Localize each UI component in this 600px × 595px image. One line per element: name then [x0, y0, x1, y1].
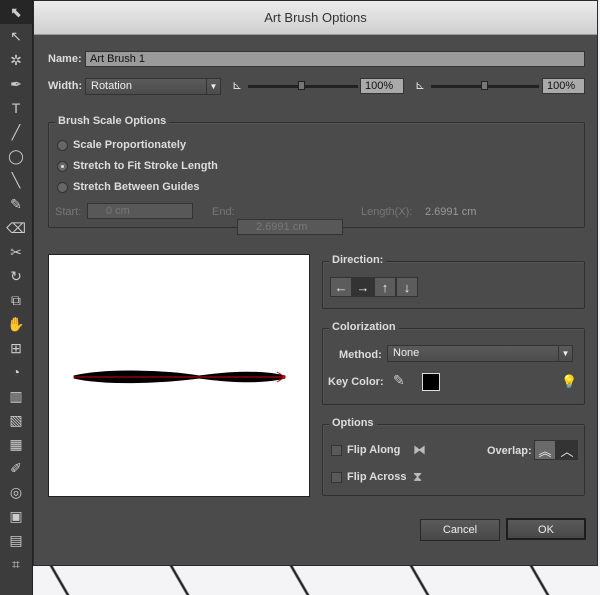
tool-icon[interactable]: ↖ [0, 24, 32, 48]
direction-button[interactable]: → [352, 277, 374, 297]
tool-icon[interactable]: ⌗ [0, 552, 32, 576]
key-color-label: Key Color: [328, 376, 384, 388]
overlap-adjust-button[interactable]: ︽ [534, 440, 556, 460]
ok-button[interactable]: OK [506, 518, 586, 540]
tool-icon[interactable]: ✐ [0, 456, 32, 480]
radio-stretch-to-fit[interactable]: Stretch to Fit Stroke Length [57, 160, 218, 172]
width-value-1[interactable]: 100% [360, 78, 404, 94]
direction-button[interactable]: ← [330, 277, 352, 297]
width-value-2[interactable]: 100% [542, 78, 585, 94]
end-input[interactable]: 2.6991 cm [237, 219, 343, 235]
slider-thumb[interactable] [481, 81, 488, 90]
tool-icon[interactable]: ╱ [0, 120, 32, 144]
tool-icon[interactable]: T [0, 96, 32, 120]
tool-icon[interactable]: ✒ [0, 72, 32, 96]
options-title: Options [329, 417, 377, 429]
tool-icon[interactable]: ▤ [0, 528, 32, 552]
width-slider-2[interactable] [431, 81, 539, 90]
tool-icon[interactable]: ✋ [0, 312, 32, 336]
direction-title: Direction: [329, 254, 387, 266]
chevron-down-icon: ▼ [206, 79, 220, 94]
brush-stroke-preview [73, 370, 286, 384]
eyedropper-icon[interactable]: ✎ [393, 372, 405, 389]
tool-icon[interactable]: ▣ [0, 504, 32, 528]
colorization-group: Colorization Method: None ▼ Key Color: ✎ … [322, 321, 585, 405]
tool-icon[interactable]: ⧉ [0, 288, 32, 312]
end-label: End: [212, 206, 235, 218]
tools-panel: ⬉ ↖ ✲ ✒ T ╱ ◯ ╲ ✎ ⌫ ✂ ↻ ⧉ ✋ ⊞ ◔ ▥ ▧ ▦ ✐ ◎ ▣ ▤ ⌗ [0, 0, 33, 595]
direction-group: Direction: ← → ↑ ↓ [322, 254, 585, 309]
method-value: None [393, 347, 420, 359]
dialog-title: Art Brush Options [34, 1, 597, 35]
radio-stretch-between-guides[interactable]: Stretch Between Guides [57, 181, 200, 193]
tool-icon[interactable]: ⊞ [0, 336, 32, 360]
start-input[interactable]: 0 cm [87, 203, 193, 219]
slider-thumb[interactable] [298, 81, 305, 90]
tool-icon[interactable]: ╲ [0, 168, 32, 192]
tool-icon[interactable]: ✎ [0, 192, 32, 216]
width-slider-1[interactable] [248, 81, 358, 90]
brush-scale-title: Brush Scale Options [55, 115, 170, 127]
key-color-swatch[interactable] [422, 373, 440, 391]
overlap-label: Overlap: [487, 445, 532, 457]
tool-icon[interactable]: ▧ [0, 408, 32, 432]
options-group: Options Flip Along ⧓ Flip Across ⧗ Overl… [322, 417, 585, 496]
max-width-icon: ⊾ [415, 78, 426, 92]
flip-across-checkbox[interactable]: Flip Across [331, 471, 407, 483]
min-width-icon: ⊾ [232, 78, 243, 92]
tool-icon[interactable]: ✲ [0, 48, 32, 72]
name-label: Name: [48, 53, 82, 65]
tool-icon[interactable]: ▦ [0, 432, 32, 456]
direction-button[interactable]: ↑ [374, 277, 396, 297]
tool-icon[interactable]: ◯ [0, 144, 32, 168]
colorization-title: Colorization [329, 321, 399, 333]
name-input[interactable]: Art Brush 1 [85, 51, 585, 67]
tool-icon[interactable]: ◔ [0, 360, 32, 384]
overlap-none-button[interactable]: ︿ [556, 440, 578, 460]
method-label: Method: [339, 349, 382, 361]
flip-along-icon: ⧓ [413, 442, 426, 457]
cancel-button[interactable]: Cancel [420, 519, 500, 541]
method-select[interactable]: None ▼ [387, 345, 573, 362]
brush-scale-options-group: Brush Scale Options Scale Proportionatel… [48, 115, 585, 235]
tool-icon[interactable]: ⬉ [0, 0, 32, 24]
width-select-value: Rotation [91, 80, 132, 92]
start-label: Start: [55, 206, 82, 218]
tips-lightbulb-icon[interactable]: 💡 [561, 374, 577, 390]
width-select[interactable]: Rotation ▼ [85, 78, 221, 95]
tool-icon[interactable]: ↻ [0, 264, 32, 288]
chevron-down-icon: ▼ [558, 346, 572, 361]
length-value: 2.6991 cm [425, 206, 477, 218]
length-label: Length(X): [361, 206, 413, 218]
flip-across-icon: ⧗ [413, 469, 423, 484]
tool-icon[interactable]: ✂ [0, 240, 32, 264]
tool-icon[interactable]: ◎ [0, 480, 32, 504]
brush-preview [48, 254, 310, 497]
width-label: Width: [48, 80, 83, 92]
art-brush-options-dialog: Art Brush Options Name: Art Brush 1 Widt… [33, 0, 598, 566]
direction-button[interactable]: ↓ [396, 277, 418, 297]
tool-icon[interactable]: ⌫ [0, 216, 32, 240]
radio-scale-proportionately[interactable]: Scale Proportionately [57, 139, 186, 151]
flip-along-checkbox[interactable]: Flip Along [331, 444, 400, 456]
tool-icon[interactable]: ▥ [0, 384, 32, 408]
